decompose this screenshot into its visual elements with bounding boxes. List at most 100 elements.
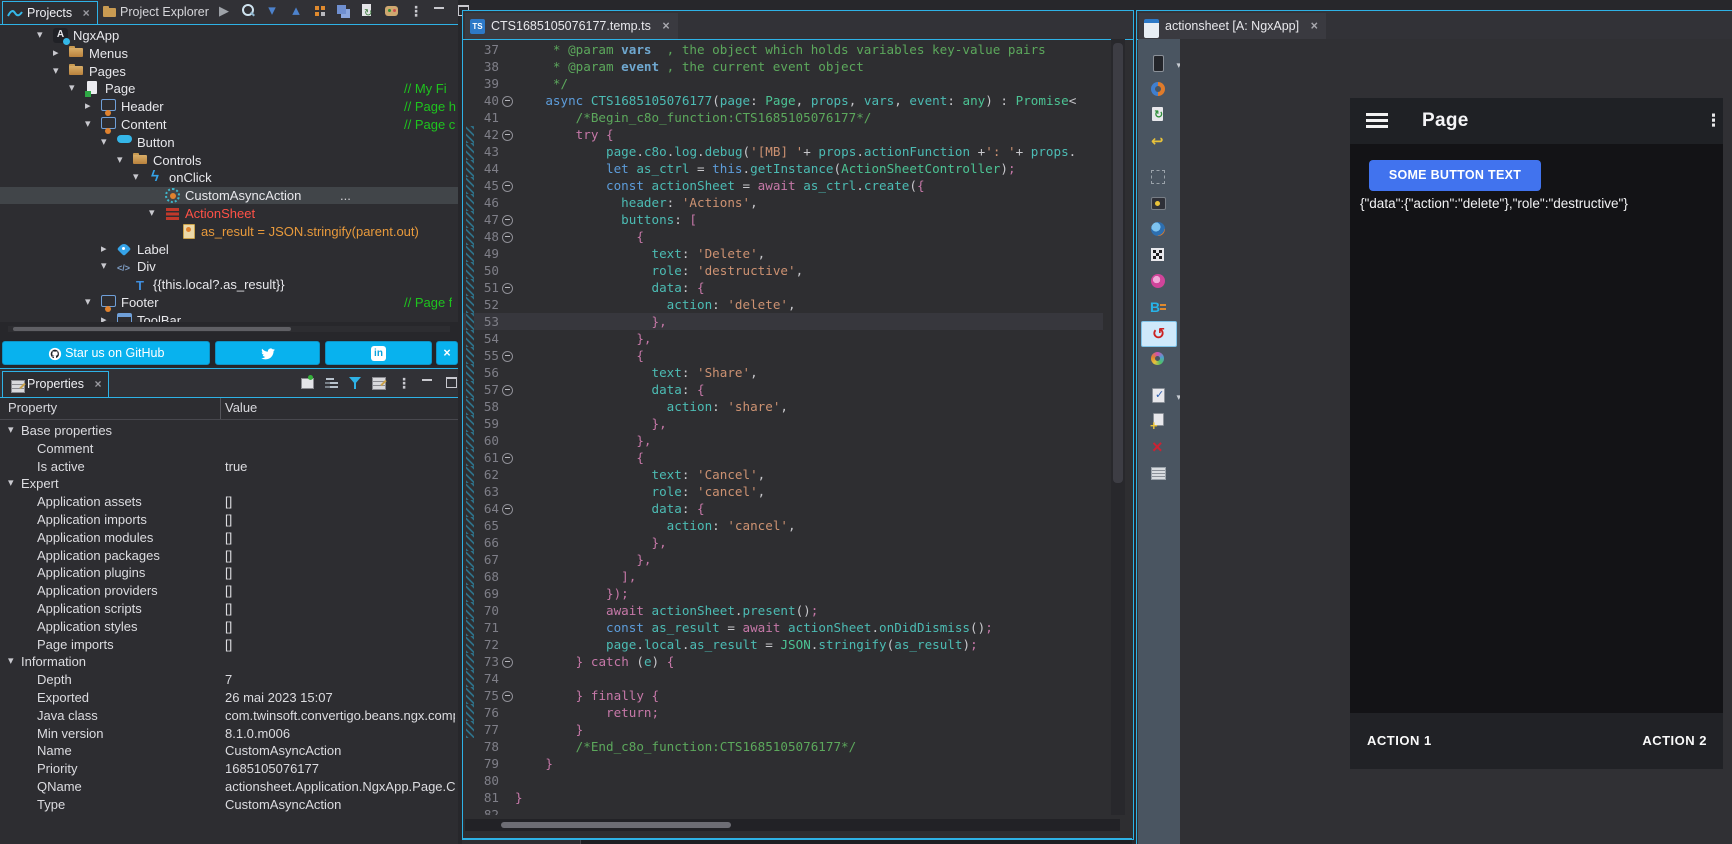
- view-menu-icon[interactable]: [394, 374, 414, 392]
- property-row-depth[interactable]: Depth7: [0, 671, 458, 688]
- chevron-right-icon[interactable]: ▸: [85, 98, 99, 115]
- property-row-name[interactable]: NameCustomAsyncAction: [0, 742, 458, 759]
- tree-item-controls[interactable]: ▾Controls: [0, 152, 458, 169]
- tree-item-label[interactable]: ▸Label: [0, 241, 458, 258]
- refresh-doc-icon[interactable]: [358, 2, 378, 20]
- qr-code-button[interactable]: [1143, 243, 1173, 267]
- tree-item-button[interactable]: ▾Button: [0, 134, 458, 151]
- tree-item-pages[interactable]: ▾Pages: [0, 63, 458, 80]
- property-row-application-styles[interactable]: Application styles[]: [0, 618, 458, 635]
- property-row-application-scripts[interactable]: Application scripts[]: [0, 600, 458, 617]
- chevron-down-icon[interactable]: ▾: [101, 134, 115, 151]
- fold-collapse-icon[interactable]: [502, 453, 513, 464]
- tree-item-this-local-as-result[interactable]: {{this.local?.as_result}}: [0, 276, 458, 293]
- view-menu-icon[interactable]: [406, 2, 426, 20]
- chevron-down-icon[interactable]: ▾: [117, 152, 131, 169]
- chevron-down-icon[interactable]: ▾: [149, 205, 163, 222]
- property-row-application-packages[interactable]: Application packages[]: [0, 547, 458, 564]
- property-row-comment[interactable]: Comment: [0, 440, 458, 457]
- gears-button[interactable]: [1143, 347, 1173, 371]
- tree-item-as-result-json-stringify-parent-out[interactable]: as_result = JSON.stringify(parent.out): [0, 223, 458, 240]
- tab-actionsheet-app[interactable]: actionsheet [A: NgxApp] ×: [1139, 13, 1326, 39]
- table-edit-icon[interactable]: [370, 374, 390, 392]
- chevron-down-icon[interactable]: ▾: [8, 422, 14, 439]
- fold-collapse-icon[interactable]: [502, 351, 513, 362]
- social-close-button[interactable]: ×: [436, 341, 458, 365]
- bootstrap-button[interactable]: [1143, 295, 1173, 319]
- chevron-down-icon[interactable]: ▾: [69, 80, 83, 97]
- fold-collapse-icon[interactable]: [502, 283, 513, 294]
- tree-item-toolbar[interactable]: ▸ToolBar: [0, 312, 458, 322]
- close-icon[interactable]: ×: [94, 377, 101, 391]
- tree-item-menus[interactable]: ▸Menus: [0, 45, 458, 62]
- close-icon[interactable]: ×: [1311, 19, 1318, 33]
- property-row-exported[interactable]: Exported26 mai 2023 15:07: [0, 689, 458, 706]
- minimize-icon[interactable]: [430, 2, 450, 20]
- property-row-base-properties[interactable]: ▾Base properties: [0, 422, 458, 439]
- clipboard-check-button[interactable]: ▾: [1143, 383, 1173, 407]
- tab-projects[interactable]: Projects ×: [2, 1, 98, 24]
- chevron-down-icon[interactable]: ▾: [37, 27, 51, 44]
- property-row-application-imports[interactable]: Application imports[]: [0, 511, 458, 528]
- footer-action-2[interactable]: ACTION 2: [1642, 733, 1707, 748]
- tree-item-page[interactable]: ▾Page// My Fi: [0, 80, 458, 97]
- chevron-down-icon[interactable]: ▾: [133, 169, 147, 186]
- tab-editor-file[interactable]: TS CTS1685105076177.temp.ts ×: [465, 13, 678, 39]
- clipboard-add-button[interactable]: [1143, 409, 1173, 433]
- minimize-icon[interactable]: [418, 374, 438, 392]
- tree-item-actionsheet[interactable]: ▾ActionSheet: [0, 205, 458, 222]
- project-tree[interactable]: ▾NgxApp▸Menus▾Pages▾Page// My Fi▸Header/…: [0, 25, 458, 322]
- chevron-down-icon[interactable]: [262, 2, 282, 20]
- fold-collapse-icon[interactable]: [502, 691, 513, 702]
- pin-editor-icon[interactable]: [298, 374, 318, 392]
- tab-properties[interactable]: Properties ×: [2, 371, 109, 397]
- fold-collapse-icon[interactable]: [502, 181, 513, 192]
- property-row-type[interactable]: TypeCustomAsyncAction: [0, 796, 458, 813]
- tree-item-customasyncaction[interactable]: CustomAsyncAction...: [0, 187, 458, 204]
- tree-item-content[interactable]: ▾Content// Page c: [0, 116, 458, 133]
- chevron-down-icon[interactable]: ▾: [53, 63, 67, 80]
- property-row-java-class[interactable]: Java classcom.twinsoft.convertigo.beans.…: [0, 707, 458, 724]
- property-row-qname[interactable]: QNameactionsheet.Application.NgxApp.Page…: [0, 778, 458, 795]
- footer-action-1[interactable]: ACTION 1: [1367, 733, 1432, 748]
- column-divider[interactable]: [220, 398, 221, 419]
- property-row-application-modules[interactable]: Application modules[]: [0, 529, 458, 546]
- tree-item-header[interactable]: ▸Header// Page h: [0, 98, 458, 115]
- property-row-application-plugins[interactable]: Application plugins[]: [0, 564, 458, 581]
- tab-project-explorer[interactable]: Project Explorer: [96, 1, 216, 23]
- close-icon[interactable]: ×: [662, 19, 669, 33]
- stacked-panel-edge[interactable]: [462, 838, 1132, 844]
- kebab-menu-icon[interactable]: ⋮: [1705, 111, 1709, 131]
- select-zone-button[interactable]: [1143, 165, 1173, 189]
- linkedin-button[interactable]: in: [325, 341, 432, 365]
- grid-button[interactable]: [1143, 461, 1173, 485]
- web-button[interactable]: [1143, 217, 1173, 241]
- fold-collapse-icon[interactable]: [502, 130, 513, 141]
- chevron-right-icon[interactable]: ▸: [101, 312, 115, 322]
- reload-app-button[interactable]: [1143, 77, 1173, 101]
- chevron-up-icon[interactable]: [286, 2, 306, 20]
- search-icon[interactable]: [238, 2, 258, 20]
- chevron-down-icon[interactable]: ▾: [85, 294, 99, 311]
- fold-collapse-icon[interactable]: [502, 232, 513, 243]
- link-with-editor-icon[interactable]: [310, 2, 330, 20]
- fold-collapse-icon[interactable]: [502, 215, 513, 226]
- fold-collapse-icon[interactable]: [502, 96, 513, 107]
- property-row-min-version[interactable]: Min version8.1.0.m006: [0, 725, 458, 742]
- tree-mode-icon[interactable]: [322, 374, 342, 392]
- run-icon[interactable]: [214, 2, 234, 20]
- chevron-down-icon[interactable]: ▾: [101, 258, 115, 275]
- chevron-right-icon[interactable]: ▸: [101, 241, 115, 258]
- back-button[interactable]: [1143, 129, 1173, 153]
- close-icon[interactable]: ×: [83, 6, 90, 20]
- import-package-button[interactable]: [1143, 191, 1173, 215]
- filter-icon[interactable]: [346, 374, 366, 392]
- chevron-down-icon[interactable]: ▾: [8, 653, 14, 670]
- save-all-icon[interactable]: [334, 2, 354, 20]
- tree-item-onclick[interactable]: ▾onClick: [0, 169, 458, 186]
- palette-icon[interactable]: [382, 2, 402, 20]
- reset-button[interactable]: [1141, 321, 1177, 347]
- editor-vertical-scrollbar[interactable]: [1111, 39, 1125, 815]
- property-row-information[interactable]: ▾Information: [0, 653, 458, 670]
- editor-horizontal-scrollbar[interactable]: [465, 819, 1120, 831]
